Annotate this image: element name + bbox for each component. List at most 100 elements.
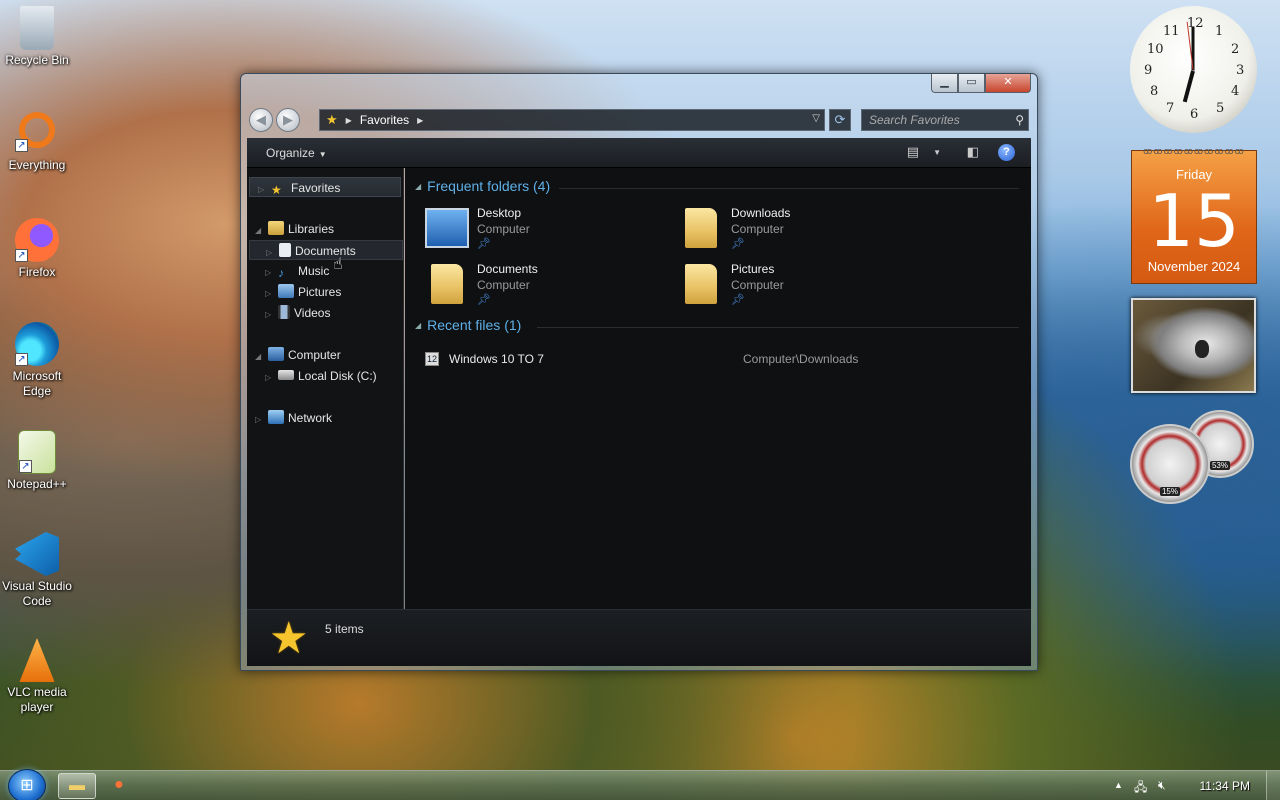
nav-item-music[interactable]: ▷ ♪ Music [247,261,329,281]
network-icon [268,410,284,424]
view-options-chevron-icon[interactable]: ▼ [933,148,941,157]
navigation-bar: ◀ ▶ ★ ▶ Favorites ▶ ▽ ⟳ Search Favorites… [249,107,1029,133]
clock-gadget[interactable]: 12 1 2 3 4 5 6 7 8 9 10 11 [1130,6,1257,133]
organize-button[interactable]: Organize ▼ [266,146,327,160]
nav-label: Music [298,264,330,278]
vscode-icon [15,532,59,576]
calendar-gadget[interactable]: ꝏꝏꝏꝏꝏꝏꝏꝏꝏꝏ Friday 15 November 2024 [1131,146,1257,284]
calendar-month: November 2024 [1147,259,1241,274]
nav-item-libraries[interactable]: ◢ Libraries [247,219,334,239]
nav-item-network[interactable]: ▷ Network [247,408,332,428]
collapse-triangle-icon[interactable]: ◢ [415,321,421,330]
forward-arrow-icon: ▶ [283,112,293,127]
close-button[interactable]: ✕ [985,74,1031,93]
show-hidden-icons-button[interactable]: ▲ [1114,780,1123,790]
group-header-recent[interactable]: ◢ Recent files (1) [415,317,521,333]
collapse-triangle-icon[interactable]: ◢ [415,182,421,191]
tile-location: Computer [731,278,784,292]
desktop-icon [425,208,469,248]
desktop-icon-recycle-bin[interactable]: Recycle Bin [0,6,74,68]
refresh-icon: ⟳ [834,112,846,127]
taskbar-clock[interactable]: 11:34 PM [1200,779,1250,793]
help-icon[interactable]: ? [998,144,1015,161]
slideshow-gadget[interactable] [1131,298,1256,393]
address-dropdown-icon[interactable]: ▽ [812,113,820,124]
nav-item-computer[interactable]: ◢ Computer [247,345,341,365]
minimize-button[interactable]: ▁ [931,74,958,93]
expand-arrow-icon[interactable]: ▷ [265,368,275,388]
shortcut-arrow-icon [15,249,28,262]
frequent-folder-desktop[interactable]: Desktop Computer 📌︎ [425,206,665,258]
nav-item-local-disk[interactable]: ▷ Local Disk (C:) [247,366,377,386]
start-button[interactable]: ⊞ [8,769,46,800]
content-pane: ◢ Frequent folders (4) Desktop Computer 📌… [405,168,1031,609]
pin-icon[interactable]: 📌︎ [731,293,745,306]
cpu-meter-gadget[interactable]: 15% [1130,424,1210,504]
recent-file-name: Windows 10 TO 7 [449,352,544,366]
back-button[interactable]: ◀ [249,108,273,132]
desktop-icon-notepadpp[interactable]: Notepad++ [0,430,74,492]
desktop-icon-edge[interactable]: Microsoft Edge [0,322,74,399]
notepadpp-icon [18,430,56,474]
desktop-icon-label: Visual Studio Code [2,579,72,608]
collapse-arrow-icon[interactable]: ◢ [255,221,265,241]
breadcrumb-chevron-icon[interactable]: ▶ [417,116,423,125]
refresh-button[interactable]: ⟳ [829,109,851,131]
change-view-icon[interactable]: ▤ [907,144,919,160]
everything-icon [15,112,55,152]
show-desktop-button[interactable] [1266,771,1280,800]
desktop-icon-label: Microsoft Edge [12,369,62,398]
nav-label: Network [288,411,333,425]
shortcut-arrow-icon [19,460,32,473]
nav-item-documents[interactable]: ▷ Documents [249,240,403,260]
maximize-button[interactable]: ▭ [958,74,985,93]
taskbar-firefox-button[interactable]: ● [100,773,138,799]
vlc-icon [19,638,55,682]
favorites-star-icon: ★ [326,112,338,127]
address-bar[interactable]: ★ ▶ Favorites ▶ ▽ [319,109,825,131]
firefox-icon: ● [114,776,124,793]
desktop-icon-vscode[interactable]: Visual Studio Code [0,532,74,609]
breadcrumb-favorites[interactable]: Favorites [360,113,409,127]
favorites-star-icon: ★ [269,614,309,663]
taskbar-explorer-button[interactable]: ▬ [58,773,96,799]
frequent-folder-documents[interactable]: Documents Computer 📌︎ [425,262,665,314]
expand-arrow-icon[interactable]: ▷ [265,305,275,325]
system-tray: ▲ 🖧︎ 🔇︎ 11:34 PM [1114,771,1280,800]
desktop-icon-firefox[interactable]: Firefox [0,218,74,280]
pin-icon[interactable]: 📌︎ [731,237,745,250]
mouse-cursor-icon: ☝ [333,256,343,273]
disk-drive-icon [278,370,294,380]
group-header-frequent[interactable]: ◢ Frequent folders (4) [415,178,550,194]
nav-item-videos[interactable]: ▷ Videos [247,303,330,323]
frequent-folder-downloads[interactable]: Downloads Computer 📌︎ [679,206,919,258]
expand-arrow-icon[interactable]: ▷ [255,410,265,430]
window-controls: ▁ ▭ ✕ [931,74,1031,93]
recent-file-row[interactable]: 12 Windows 10 TO 7 Computer\Downloads [425,351,1025,369]
computer-icon [268,347,284,361]
explorer-window[interactable]: ▁ ▭ ✕ ◀ ▶ ★ ▶ Favorites ▶ ▽ ⟳ Search Fav… [240,73,1038,671]
expand-arrow-icon[interactable]: ▷ [258,180,268,200]
desktop-icon-everything[interactable]: Everything [0,112,74,173]
expand-arrow-icon[interactable]: ▷ [265,284,275,304]
search-input[interactable]: Search Favorites ⚲ [861,109,1029,131]
nav-label: Computer [288,348,341,362]
collapse-arrow-icon[interactable]: ◢ [255,347,265,367]
nav-item-pictures[interactable]: ▷ Pictures [247,282,341,302]
breadcrumb-chevron-icon[interactable]: ▶ [346,116,352,125]
search-icon[interactable]: ⚲ [1015,110,1024,130]
expand-arrow-icon[interactable]: ▷ [265,263,275,283]
forward-button[interactable]: ▶ [276,108,300,132]
expand-arrow-icon[interactable]: ▷ [266,243,276,263]
frequent-folder-pictures[interactable]: Pictures Computer 📌︎ [679,262,919,314]
taskbar: ⊞ ▬ ● ▲ 🖧︎ 🔇︎ 11:34 PM [0,769,1280,800]
desktop-icon-vlc[interactable]: VLC media player [0,638,74,715]
preview-pane-icon[interactable]: ◧ [967,144,979,160]
network-tray-icon[interactable]: 🖧︎ [1134,778,1147,799]
music-icon: ♪ [278,266,284,280]
file-icon: 12 [425,352,439,366]
pin-icon[interactable]: 📌︎ [477,237,491,250]
nav-item-favorites[interactable]: ▷ ★ Favorites [249,177,401,197]
volume-muted-icon[interactable]: 🔇︎ [1158,778,1166,793]
pin-icon[interactable]: 📌︎ [477,293,491,306]
